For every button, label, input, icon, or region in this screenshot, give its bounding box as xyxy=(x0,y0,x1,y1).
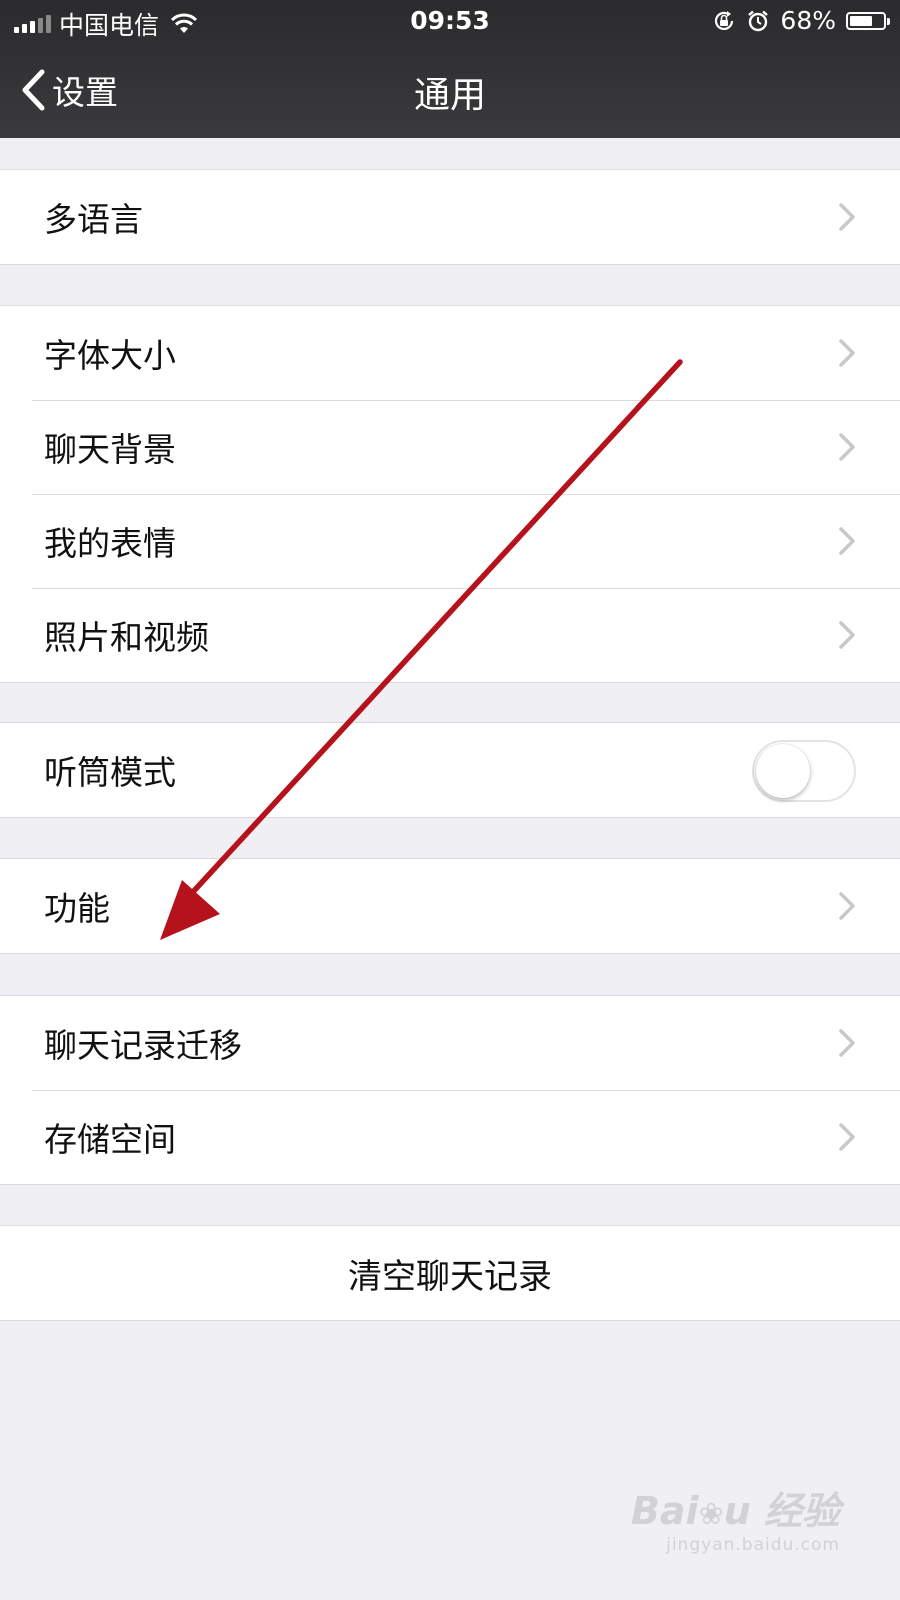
row-label: 聊天记录迁移 xyxy=(44,1026,242,1065)
settings-group-clear: 清空聊天记录 xyxy=(0,1225,900,1321)
settings-group-display: 字体大小 聊天背景 我的表情 照片和视频 xyxy=(0,305,900,683)
row-label: 功能 xyxy=(44,889,110,928)
chevron-right-icon xyxy=(839,339,855,367)
navigation-bar: 设置 通用 xyxy=(0,44,900,138)
alarm-icon xyxy=(748,10,769,31)
chevron-right-icon xyxy=(839,527,855,555)
row-label: 我的表情 xyxy=(44,524,176,563)
top-bar: 中国电信 09:53 68% 设置 通用 xyxy=(0,0,900,138)
chevron-right-icon xyxy=(839,203,855,231)
settings-group-language: 多语言 xyxy=(0,169,900,265)
settings-row-earpiece-mode: 听筒模式 xyxy=(0,723,900,817)
settings-row-photos-videos[interactable]: 照片和视频 xyxy=(0,588,900,682)
row-label: 存储空间 xyxy=(44,1120,176,1159)
settings-row-storage[interactable]: 存储空间 xyxy=(0,1090,900,1184)
status-bar: 中国电信 09:53 68% xyxy=(0,0,900,44)
settings-group-earpiece: 听筒模式 xyxy=(0,722,900,818)
chevron-right-icon xyxy=(839,1029,855,1057)
clear-chat-history-button[interactable]: 清空聊天记录 xyxy=(0,1226,900,1320)
chevron-right-icon xyxy=(839,892,855,920)
rotation-lock-icon xyxy=(715,10,734,30)
settings-row-chat-migration[interactable]: 聊天记录迁移 xyxy=(0,996,900,1090)
row-label: 聊天背景 xyxy=(44,430,176,469)
settings-row-my-stickers[interactable]: 我的表情 xyxy=(0,494,900,588)
chevron-right-icon xyxy=(839,1123,855,1151)
chevron-right-icon xyxy=(839,433,855,461)
battery-percent: 68% xyxy=(780,6,836,35)
settings-row-font-size[interactable]: 字体大小 xyxy=(0,306,900,400)
row-label: 清空聊天记录 xyxy=(348,1256,552,1297)
settings-group-features: 功能 xyxy=(0,858,900,954)
row-label: 照片和视频 xyxy=(44,618,209,657)
row-label: 多语言 xyxy=(44,200,143,239)
row-label: 听筒模式 xyxy=(44,753,176,792)
row-label: 字体大小 xyxy=(44,336,176,375)
settings-row-chat-background[interactable]: 聊天背景 xyxy=(0,400,900,494)
page-title: 通用 xyxy=(413,75,486,116)
earpiece-mode-toggle[interactable] xyxy=(752,740,856,802)
settings-group-storage: 聊天记录迁移 存储空间 xyxy=(0,995,900,1185)
baidu-jingyan-watermark: Bai❀u 经验 jingyan.baidu.com xyxy=(630,1489,840,1555)
battery-icon xyxy=(846,11,890,30)
settings-row-language[interactable]: 多语言 xyxy=(0,170,900,264)
chevron-right-icon xyxy=(839,621,855,649)
settings-row-features[interactable]: 功能 xyxy=(0,859,900,953)
battery-fill xyxy=(850,15,872,26)
toggle-knob xyxy=(756,744,810,798)
